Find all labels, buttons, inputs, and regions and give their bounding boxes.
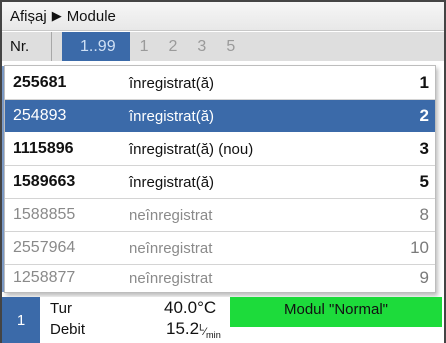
module-index: 3: [419, 139, 429, 158]
list-item[interactable]: 1588855 neînregistrat 8: [5, 199, 435, 231]
module-number: 1588855: [13, 206, 76, 223]
module-status: înregistrat(ă): [129, 74, 215, 92]
module-index: 9: [419, 268, 429, 287]
tab-2[interactable]: 2: [159, 32, 188, 61]
list-item[interactable]: 255681 înregistrat(ă) 1: [5, 67, 435, 99]
circuit-number-badge[interactable]: 1: [2, 297, 40, 343]
module-number: 1258877: [13, 269, 76, 286]
operating-mode-badge: Modul "Normal": [230, 297, 442, 327]
flow-temp-label: Tur: [50, 300, 72, 317]
tab-1[interactable]: 1: [130, 32, 159, 61]
list-item[interactable]: 1589663 înregistrat(ă) 5: [5, 166, 435, 198]
module-index: 5: [419, 172, 429, 191]
breadcrumb: Afișaj ▶ Module: [2, 2, 444, 31]
module-index: 8: [419, 205, 429, 224]
module-index: 2: [419, 106, 429, 125]
flow-temp-unit: °C: [197, 298, 217, 317]
filter-bar: Nr. 1..99 1 2 3 5: [2, 32, 444, 61]
list-item[interactable]: 1258877 neînregistrat 9: [5, 262, 435, 294]
nr-column-label: Nr.: [2, 32, 52, 61]
tab-all-range[interactable]: 1..99: [62, 32, 130, 61]
debit-unit: L⁄min: [199, 322, 221, 341]
module-status: înregistrat(ă): [129, 107, 215, 125]
status-footer: 1 Tur 40.0°C Debit 15.2L⁄min Modul "Norm…: [2, 297, 444, 343]
debit-unit-den: min: [206, 330, 221, 341]
module-status: înregistrat(ă) (nou): [129, 140, 254, 158]
breadcrumb-root[interactable]: Afișaj: [10, 8, 47, 25]
flow-temp-number: 40.0: [164, 298, 198, 317]
module-status: înregistrat(ă): [129, 173, 215, 191]
breadcrumb-arrow-icon: ▶: [51, 8, 62, 23]
module-number: 1115896: [13, 140, 74, 157]
module-index: 10: [410, 238, 429, 257]
debit-value: 15.2L⁄min: [166, 319, 221, 340]
flow-temp-value: 40.0°C: [164, 298, 216, 318]
breadcrumb-current: Module: [66, 7, 116, 25]
module-number: 254893: [13, 107, 67, 124]
list-item[interactable]: 1115896 înregistrat(ă) (nou) 3: [5, 133, 435, 165]
module-list: 255681 înregistrat(ă) 1 254893 înregistr…: [4, 65, 436, 293]
module-number: 1589663: [13, 173, 76, 190]
tab-5[interactable]: 5: [216, 32, 245, 61]
debit-label: Debit: [50, 321, 86, 338]
tab-3[interactable]: 3: [187, 32, 216, 61]
module-status: neînregistrat: [129, 239, 213, 257]
module-number: 2557964: [13, 239, 76, 256]
list-item-selected[interactable]: 254893 înregistrat(ă) 2: [5, 100, 435, 132]
debit-number: 15.2: [166, 319, 200, 338]
module-index: 1: [419, 73, 429, 92]
module-number: 255681: [13, 74, 67, 91]
module-status: neînregistrat: [129, 269, 213, 287]
module-status: neînregistrat: [129, 206, 213, 224]
list-item[interactable]: 2557964 neînregistrat 10: [5, 232, 435, 264]
debit-unit-num: L: [199, 322, 205, 333]
module-display-screen: Afișaj ▶ Module Nr. 1..99 1 2 3 5 255681…: [0, 0, 446, 343]
